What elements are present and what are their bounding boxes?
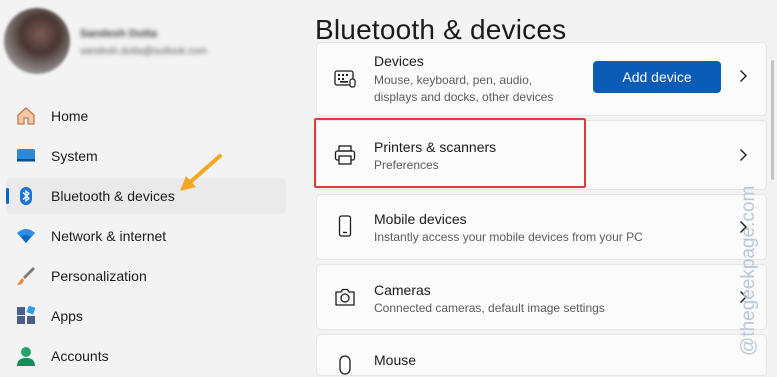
accounts-icon	[17, 347, 35, 366]
add-device-button[interactable]: Add device	[593, 61, 721, 93]
sidebar-item-label: Personalization	[51, 268, 147, 284]
watermark: @thegeekpage.com	[738, 185, 759, 356]
card-title: Mobile devices	[374, 211, 467, 227]
card-title: Devices	[374, 53, 424, 69]
devices-card[interactable]: Devices Mouse, keyboard, pen, audio, dis…	[316, 42, 767, 116]
sidebar-item-bluetooth[interactable]: Bluetooth & devices	[6, 178, 286, 214]
card-title: Mouse	[374, 352, 417, 368]
user-email: sandesh.dutta@outlook.com	[80, 46, 207, 57]
sidebar-item-label: System	[51, 148, 98, 164]
annotation-arrow	[180, 154, 222, 191]
sidebar-item-label: Network & internet	[51, 228, 167, 244]
system-icon	[17, 149, 35, 162]
mouse-icon	[339, 355, 351, 375]
bluetooth-icon	[20, 187, 32, 205]
sidebar-item-personalization[interactable]: Personalization	[6, 258, 286, 294]
home-icon	[17, 107, 35, 125]
wifi-icon	[17, 229, 35, 243]
card-title: Cameras	[374, 282, 431, 298]
sidebar-item-network[interactable]: Network & internet	[6, 218, 286, 254]
mouse-card[interactable]: Mouse	[316, 334, 767, 376]
chevron-right-icon[interactable]	[739, 148, 748, 162]
scrollbar[interactable]	[771, 60, 774, 180]
sidebar-item-label: Apps	[51, 308, 83, 324]
avatar[interactable]	[4, 8, 70, 74]
phone-icon	[338, 215, 352, 237]
card-subtitle: Mouse, keyboard, pen, audio, displays an…	[374, 73, 554, 104]
cameras-card[interactable]: Cameras Connected cameras, default image…	[316, 264, 767, 330]
sidebar-item-label: Home	[51, 108, 89, 124]
user-name: Sandesh Dutta	[80, 28, 158, 40]
mobile-devices-card[interactable]: Mobile devices Instantly access your mob…	[316, 194, 767, 260]
selection-indicator	[6, 188, 9, 204]
sidebar-item-label: Bluetooth & devices	[51, 188, 175, 204]
card-subtitle: Instantly access your mobile devices fro…	[374, 230, 643, 244]
brush-icon	[17, 267, 35, 285]
sidebar-item-apps[interactable]: Apps	[6, 298, 286, 334]
chevron-right-icon[interactable]	[739, 69, 748, 83]
camera-icon	[335, 288, 355, 306]
sidebar-item-system[interactable]: System	[6, 138, 286, 174]
apps-icon	[17, 306, 36, 324]
highlight-box	[314, 118, 586, 188]
keyboard-icon	[334, 70, 356, 88]
sidebar-item-home[interactable]: Home	[6, 98, 286, 134]
user-profile[interactable]: Sandesh Dutta sandesh.dutta@outlook.com	[0, 0, 300, 90]
card-subtitle: Connected cameras, default image setting…	[374, 301, 605, 315]
sidebar-item-accounts[interactable]: Accounts	[6, 338, 286, 374]
